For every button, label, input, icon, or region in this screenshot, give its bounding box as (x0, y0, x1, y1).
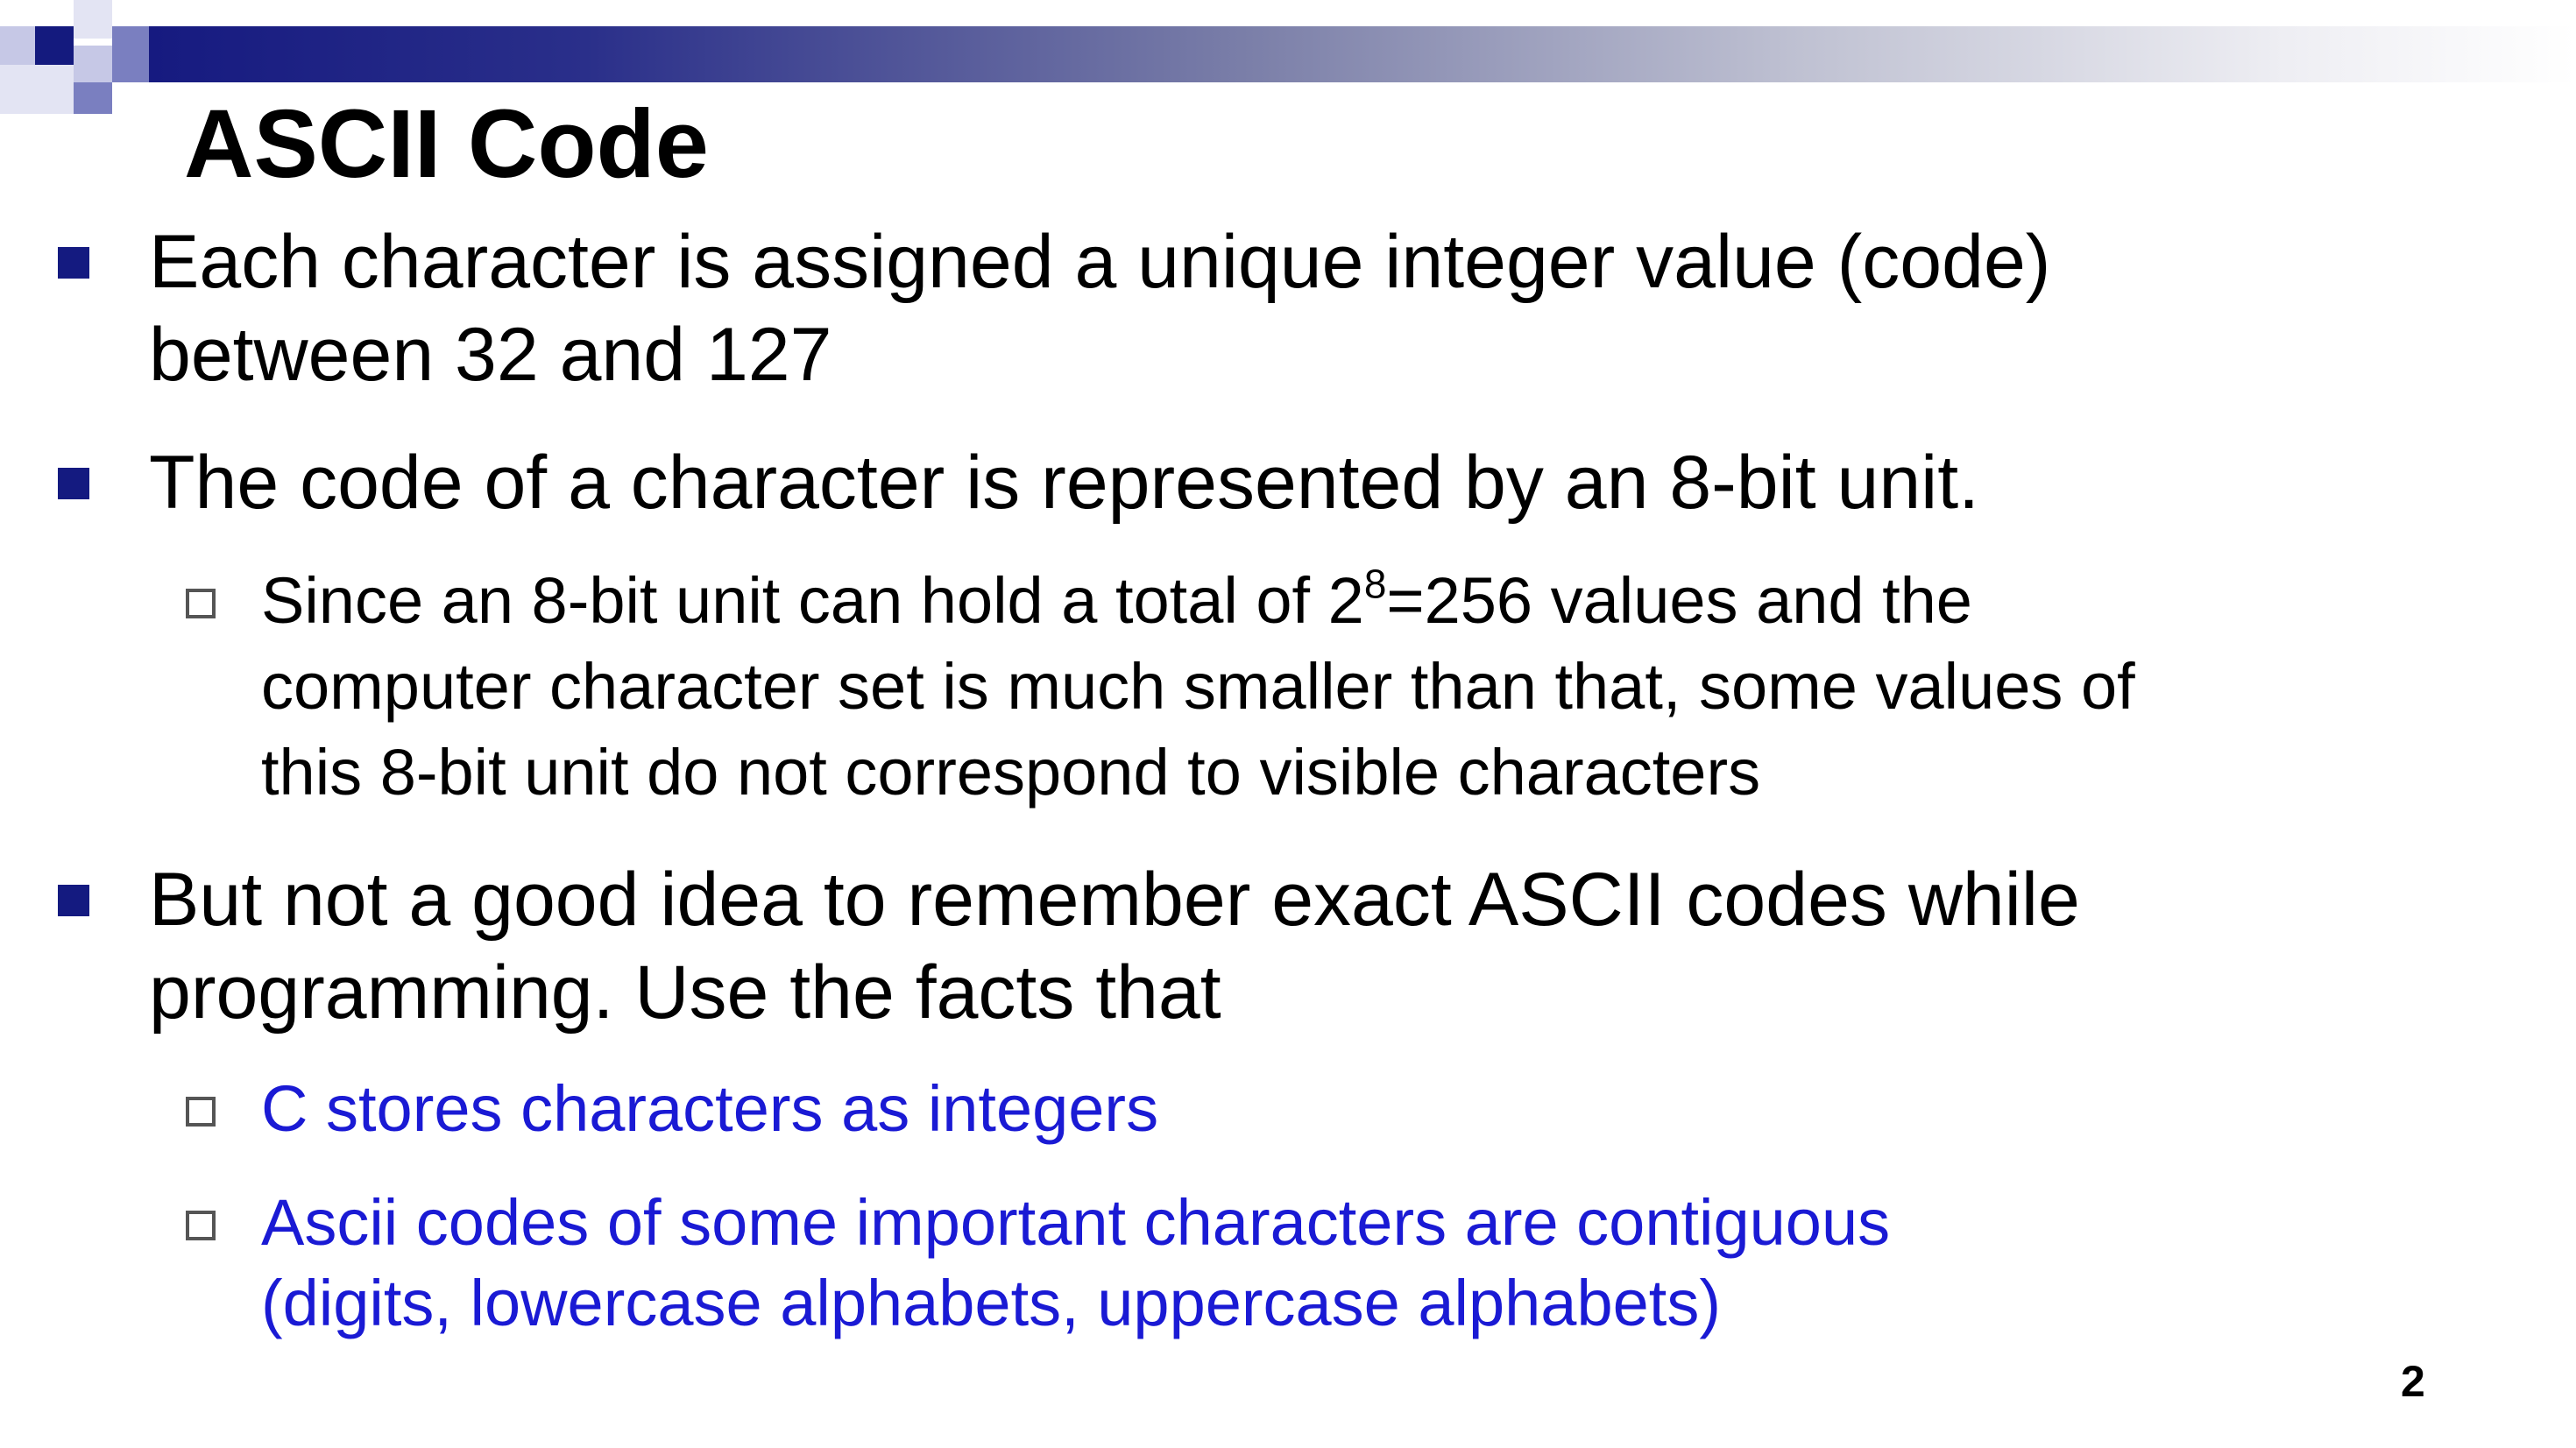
decor-square-mid-2 (74, 82, 112, 114)
bullet-text: between 32 and 127 (149, 313, 832, 397)
decor-square-light-2 (74, 46, 112, 82)
decor-square-navy (35, 26, 74, 65)
sub-bullet-text-part: Since an 8-bit unit can hold a total of … (261, 564, 1364, 637)
sub-bullet-text: C stores characters as integers (261, 1072, 1159, 1145)
sub-bullet-text: computer character set is much smaller t… (261, 650, 2135, 723)
bullet-text: But not a good idea to remember exact AS… (149, 858, 2080, 942)
sub-bullet-text-part: =256 values and the (1386, 564, 1972, 637)
decor-square-light (0, 26, 35, 65)
page-number: 2 (2401, 1357, 2425, 1406)
decor-square-pale-2 (0, 65, 74, 114)
bullet-square-icon (58, 468, 89, 499)
sub-bullet-text: Ascii codes of some important characters… (261, 1186, 1891, 1259)
decor-square-mid (112, 26, 149, 82)
header-gradient-bar (149, 26, 2576, 82)
bullet-square-icon (58, 247, 89, 279)
sub-bullet-hollow-square-icon (186, 1211, 216, 1240)
superscript-exponent: 8 (1363, 561, 1387, 607)
bullet-square-icon (58, 885, 89, 916)
slide: ASCII Code Each character is assigned a … (0, 0, 2576, 1448)
sub-bullet-text: (digits, lowercase alphabets, uppercase … (261, 1267, 1721, 1339)
slide-title: ASCII Code (184, 90, 709, 198)
decor-square-pale (74, 0, 112, 39)
sub-bullet-text: this 8-bit unit do not correspond to vis… (261, 736, 1761, 809)
bullet-text: The code of a character is represented b… (149, 441, 1980, 525)
sub-bullet-text: Since an 8-bit unit can hold a total of … (261, 557, 1972, 645)
sub-bullet-hollow-square-icon (186, 1097, 216, 1127)
bullet-text: programming. Use the facts that (149, 950, 1221, 1035)
sub-bullet-hollow-square-icon (186, 589, 216, 618)
bullet-text: Each character is assigned a unique inte… (149, 220, 2051, 304)
